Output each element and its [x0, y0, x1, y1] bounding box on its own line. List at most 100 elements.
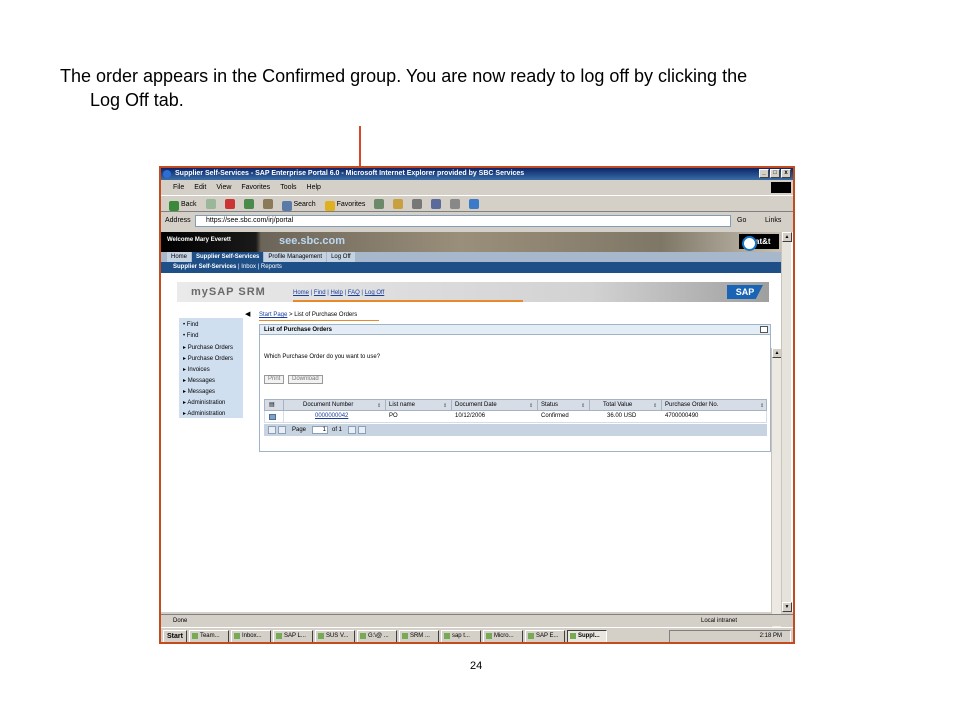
- taskbar-item[interactable]: SUS V...: [314, 629, 355, 642]
- nav-item-find[interactable]: • Find: [183, 322, 198, 328]
- content-scrollbar[interactable]: ▲ ▼: [771, 348, 782, 642]
- start-button[interactable]: Start: [163, 629, 187, 642]
- breadcrumb-start-page[interactable]: Start Page: [259, 312, 287, 318]
- column-list-name[interactable]: List name: [389, 400, 415, 411]
- nav-item-label: Messages: [187, 389, 216, 395]
- nav-item-invoices[interactable]: ▸ Invoices: [183, 366, 210, 373]
- window-titlebar: Supplier Self-Services - SAP Enterprise …: [161, 168, 793, 180]
- srm-link-find[interactable]: Find: [314, 290, 326, 296]
- sort-icon[interactable]: ⇕: [377, 403, 382, 409]
- scroll-up-icon[interactable]: ▲: [782, 232, 792, 242]
- page-number-input[interactable]: 1: [312, 426, 328, 434]
- refresh-icon[interactable]: [243, 199, 254, 209]
- column-status[interactable]: Status: [541, 400, 558, 411]
- nav-item-messages[interactable]: ▸ Messages: [183, 388, 215, 395]
- sort-icon[interactable]: ⇕: [760, 403, 765, 409]
- column-total-value[interactable]: Total Value: [603, 400, 632, 411]
- sort-icon[interactable]: ⇕: [653, 403, 658, 409]
- tab-home[interactable]: Home: [167, 252, 192, 262]
- go-button[interactable]: Go: [737, 213, 746, 229]
- address-input[interactable]: https://see.sbc.com/irj/portal: [195, 215, 731, 227]
- breadcrumb-separator: >: [289, 312, 293, 318]
- taskbar-item-active[interactable]: Suppl...: [566, 629, 607, 642]
- taskbar-item[interactable]: G:\@ ...: [356, 629, 397, 642]
- subnav-supplier-self-services[interactable]: Supplier Self-Services: [173, 264, 236, 270]
- mail-icon[interactable]: [393, 199, 404, 209]
- menu-help[interactable]: Help: [307, 181, 321, 194]
- forward-arrow-icon[interactable]: [205, 199, 216, 209]
- sort-icon[interactable]: ⇕: [443, 403, 448, 409]
- column-divider: [537, 400, 538, 411]
- nav-item-purchase-orders[interactable]: ▸ Purchase Orders: [183, 355, 233, 362]
- nav-item-messages[interactable]: ▸ Messages: [183, 377, 215, 384]
- close-button[interactable]: x: [781, 169, 791, 178]
- menu-tools[interactable]: Tools: [280, 181, 296, 194]
- maximize-button[interactable]: □: [770, 169, 780, 178]
- previous-page-icon[interactable]: [278, 426, 286, 434]
- taskbar-item[interactable]: Micro...: [482, 629, 523, 642]
- srm-link-faq[interactable]: FAQ: [348, 290, 360, 296]
- taskbar-item[interactable]: SAP E...: [524, 629, 565, 642]
- taskbar-item[interactable]: Inbox...: [230, 629, 271, 642]
- sort-icon[interactable]: ⇕: [529, 403, 534, 409]
- minimize-button[interactable]: _: [759, 169, 769, 178]
- menu-favorites[interactable]: Favorites: [241, 181, 270, 194]
- back-label: Back: [180, 201, 197, 208]
- collapse-nav-icon[interactable]: ◀: [245, 310, 250, 318]
- taskbar-item[interactable]: sap t...: [440, 629, 481, 642]
- download-button[interactable]: Download: [288, 375, 323, 384]
- edit-icon[interactable]: [431, 199, 442, 209]
- cell-list-name: PO: [389, 413, 398, 419]
- print-icon[interactable]: [412, 199, 423, 209]
- nav-item-find[interactable]: • Find: [183, 333, 198, 339]
- column-document-date[interactable]: Document Date: [455, 400, 497, 411]
- first-page-icon[interactable]: [268, 426, 276, 434]
- subnav-separator: |: [257, 264, 260, 270]
- nav-item-administration[interactable]: ▸ Administration: [183, 399, 225, 406]
- minimize-panel-icon[interactable]: [760, 326, 768, 333]
- table-row[interactable]: 0000000042 PO 10/12/2006 Confirmed 36.00…: [264, 411, 767, 423]
- subnav-inbox[interactable]: Inbox: [241, 264, 256, 270]
- subnav-reports[interactable]: Reports: [261, 264, 282, 270]
- nav-item-administration[interactable]: ▸ Administration: [183, 410, 225, 417]
- menu-file[interactable]: File: [173, 181, 184, 194]
- srm-link-log-off[interactable]: Log Off: [365, 290, 385, 296]
- next-page-icon[interactable]: [348, 426, 356, 434]
- column-document-number[interactable]: Document Number: [303, 400, 353, 411]
- last-page-icon[interactable]: [358, 426, 366, 434]
- nav-item-label: Purchase Orders: [187, 345, 234, 351]
- home-icon[interactable]: [262, 199, 273, 209]
- messenger-icon[interactable]: [469, 199, 480, 209]
- favorites-button[interactable]: Favorites: [324, 196, 365, 211]
- subnav-separator: |: [238, 264, 240, 270]
- srm-link-home[interactable]: Home: [293, 290, 309, 296]
- discuss-icon[interactable]: [450, 199, 461, 209]
- windows-flag-icon: [771, 182, 791, 193]
- srm-link-help[interactable]: Help: [331, 290, 343, 296]
- tab-profile-management[interactable]: Profile Management: [264, 252, 327, 262]
- taskbar-item[interactable]: SRM ...: [398, 629, 439, 642]
- column-purchase-order-no[interactable]: Purchase Order No.: [665, 400, 718, 411]
- tab-log-off[interactable]: Log Off: [327, 252, 355, 262]
- menu-edit[interactable]: Edit: [194, 181, 206, 194]
- stop-icon[interactable]: [224, 199, 235, 209]
- print-button[interactable]: Print: [264, 375, 285, 384]
- scroll-down-icon[interactable]: ▼: [782, 602, 792, 612]
- select-all-icon[interactable]: ▤: [269, 400, 275, 411]
- tab-supplier-self-services[interactable]: Supplier Self-Services: [192, 252, 264, 262]
- bullet-icon: •: [183, 322, 186, 328]
- menu-view[interactable]: View: [216, 181, 231, 194]
- nav-item-label: Purchase Orders: [187, 356, 234, 362]
- row-select-checkbox[interactable]: [269, 414, 276, 420]
- cell-document-number[interactable]: 0000000042: [315, 411, 348, 422]
- history-icon[interactable]: [374, 199, 385, 209]
- back-button[interactable]: Back: [169, 196, 197, 211]
- search-button[interactable]: Search: [281, 196, 316, 211]
- links-button[interactable]: Links: [765, 213, 781, 229]
- sort-icon[interactable]: ⇕: [581, 403, 586, 409]
- nav-item-purchase-orders[interactable]: ▸ Purchase Orders: [183, 344, 233, 351]
- page-scrollbar[interactable]: ▲ ▼: [781, 232, 792, 612]
- taskbar-item[interactable]: SAP L...: [272, 629, 313, 642]
- pager-label: Page: [292, 427, 307, 433]
- taskbar-item[interactable]: Team...: [188, 629, 229, 642]
